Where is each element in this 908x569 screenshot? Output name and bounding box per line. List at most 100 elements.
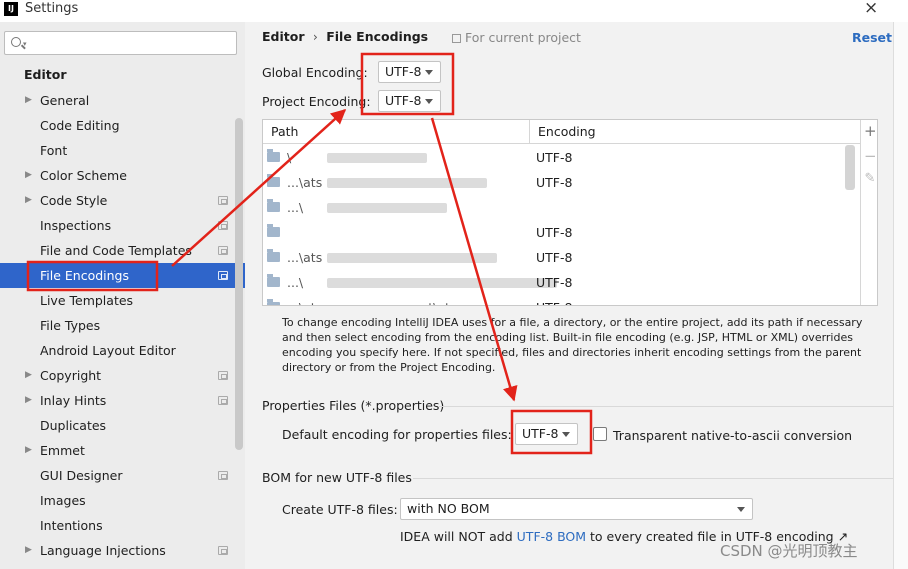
intellij-app-icon: IJ [4,2,18,16]
table-row[interactable]: ...\ UTF-8 [263,270,860,295]
folder-icon [267,224,280,237]
encoding-cell[interactable]: UTF-8 [536,295,572,305]
table-row[interactable]: \ UTF-8 [263,145,860,170]
sidebar-item-android-layout-editor[interactable]: Android Layout Editor [0,338,245,363]
chevron-right-icon[interactable]: ▶ [25,363,32,388]
sidebar-item-label: File Encodings [40,268,130,283]
group-divider [413,478,900,479]
sidebar-section-editor[interactable]: Editor [24,67,67,82]
bom-select[interactable]: with NO BOM [400,498,753,520]
sidebar-item-inlay-hints[interactable]: ▶ Inlay Hints [0,388,245,413]
sidebar-item-label: Intentions [40,518,103,533]
encoding-cell[interactable]: UTF-8 [536,245,572,270]
sidebar-item-label: File and Code Templates [40,243,192,258]
sidebar-item-label: Duplicates [40,418,107,433]
sidebar-item-label: Inlay Hints [40,393,107,408]
column-header-encoding[interactable]: Encoding [530,120,860,144]
sidebar-item-intentions[interactable]: Intentions [0,513,245,538]
sidebar-item-label: Images [40,493,86,508]
properties-encoding-select[interactable]: UTF-8 [515,423,578,445]
utf8-bom-link[interactable]: UTF-8 BOM [517,529,586,544]
encoding-cell[interactable]: UTF-8 [536,220,572,245]
sidebar-item-inspections[interactable]: Inspections [0,213,245,238]
breadcrumb: Editor › File Encodings [262,29,428,44]
sidebar-item-live-templates[interactable]: Live Templates [0,288,245,313]
sidebar-item-file-encodings[interactable]: File Encodings [0,263,245,288]
sidebar-item-copyright[interactable]: ▶ Copyright [0,363,245,388]
chevron-right-icon[interactable]: ▶ [25,538,32,563]
edit-path-button[interactable]: ✎ [864,171,876,186]
table-row[interactable]: ...\ats UTF-8 [263,170,860,195]
settings-search-input[interactable]: ▾ [4,31,237,55]
encoding-cell[interactable]: UTF-8 [536,170,572,195]
folder-icon [267,199,280,212]
table-scrollbar[interactable] [845,145,855,190]
encoding-cell[interactable]: UTF-8 [536,270,572,295]
sidebar-item-color-scheme[interactable]: ▶ Color Scheme [0,163,245,188]
sidebar-item-label: Live Templates [40,293,134,308]
sidebar-item-font[interactable]: Font [0,138,245,163]
sidebar-item-code-style[interactable]: ▶ Code Style [0,188,245,213]
project-encoding-value: UTF-8 [385,93,422,108]
redacted-path [327,153,427,163]
chevron-down-icon [737,507,745,512]
global-encoding-select[interactable]: UTF-8 [378,61,441,83]
chevron-right-icon[interactable]: ▶ [25,163,32,188]
path-cell: ...\ats [287,175,323,190]
path-encoding-table: Path Encoding \ UTF-8 ...\ats UTF-8 ...\ UTF-… [262,119,878,306]
chevron-right-icon[interactable]: ▶ [25,388,32,413]
properties-group-title: Properties Files (*.properties) [262,398,445,413]
redacted-path [327,253,497,263]
add-path-button[interactable]: + [864,122,877,140]
scope-label: For current project [452,30,581,45]
sidebar-item-language-injections[interactable]: ▶ Language Injections [0,538,245,563]
chevron-right-icon[interactable]: ▶ [25,88,32,113]
remove-path-button[interactable]: − [864,147,877,165]
sidebar-item-code-editing[interactable]: Code Editing [0,113,245,138]
sidebar-item-images[interactable]: Images [0,488,245,513]
project-level-icon [218,371,228,380]
window-title: Settings [25,1,79,16]
transparent-native-to-ascii-checkbox[interactable] [593,427,607,441]
redacted-path [327,203,447,213]
encoding-cell[interactable]: UTF-8 [536,145,572,170]
project-level-icon [218,271,228,280]
sidebar-item-label: File Types [40,318,101,333]
folder-icon [267,299,280,305]
sidebar-item-gui-designer[interactable]: GUI Designer [0,463,245,488]
project-level-icon [218,221,228,230]
sidebar-item-emmet[interactable]: ▶ Emmet [0,438,245,463]
column-header-path[interactable]: Path [263,120,530,144]
sidebar-item-label: Emmet [40,443,85,458]
chevron-right-icon[interactable]: ▶ [25,188,32,213]
csdn-watermark: CSDN @光明顶教主 [720,542,858,560]
reset-link[interactable]: Reset [852,30,892,45]
table-row[interactable]: UTF-8 [263,220,860,245]
project-encoding-select[interactable]: UTF-8 [378,90,441,112]
table-body: \ UTF-8 ...\ats UTF-8 ...\ UTF-8 ...\ats UTF-8.… [263,145,860,305]
close-icon[interactable]: × [864,0,878,18]
sidebar-scrollbar[interactable] [235,118,243,450]
sidebar-item-file-types[interactable]: File Types [0,313,245,338]
chevron-right-icon[interactable]: ▶ [25,438,32,463]
settings-sidebar: ▾ Editor ▶ General Code Editing Font ▶ Color … [0,22,245,569]
transparent-native-to-ascii-label[interactable]: Transparent native-to-ascii conversion [613,428,852,443]
table-row[interactable]: ...\ [263,195,860,220]
sidebar-item-duplicates[interactable]: Duplicates [0,413,245,438]
global-encoding-value: UTF-8 [385,64,422,79]
title-bar: IJ Settings × [0,0,908,22]
sidebar-item-label: Inspections [40,218,112,233]
search-history-chevron-icon[interactable]: ▾ [23,40,27,48]
table-toolbar: + − ✎ [860,120,878,305]
breadcrumb-separator: › [312,29,318,44]
path-cell: \ [287,150,292,165]
table-row[interactable]: ...\ats UTF-8 [263,245,860,270]
breadcrumb-file-encodings: File Encodings [326,29,429,44]
project-level-icon [218,246,228,255]
sidebar-item-label: Copyright [40,368,102,383]
project-level-icon [218,471,228,480]
sidebar-item-general[interactable]: ▶ General [0,88,245,113]
sidebar-item-label: General [40,93,90,108]
sidebar-item-file-and-code-templates[interactable]: File and Code Templates [0,238,245,263]
table-row[interactable]: ...\ats-rss-management\ats-rss-managemUT… [263,295,860,305]
